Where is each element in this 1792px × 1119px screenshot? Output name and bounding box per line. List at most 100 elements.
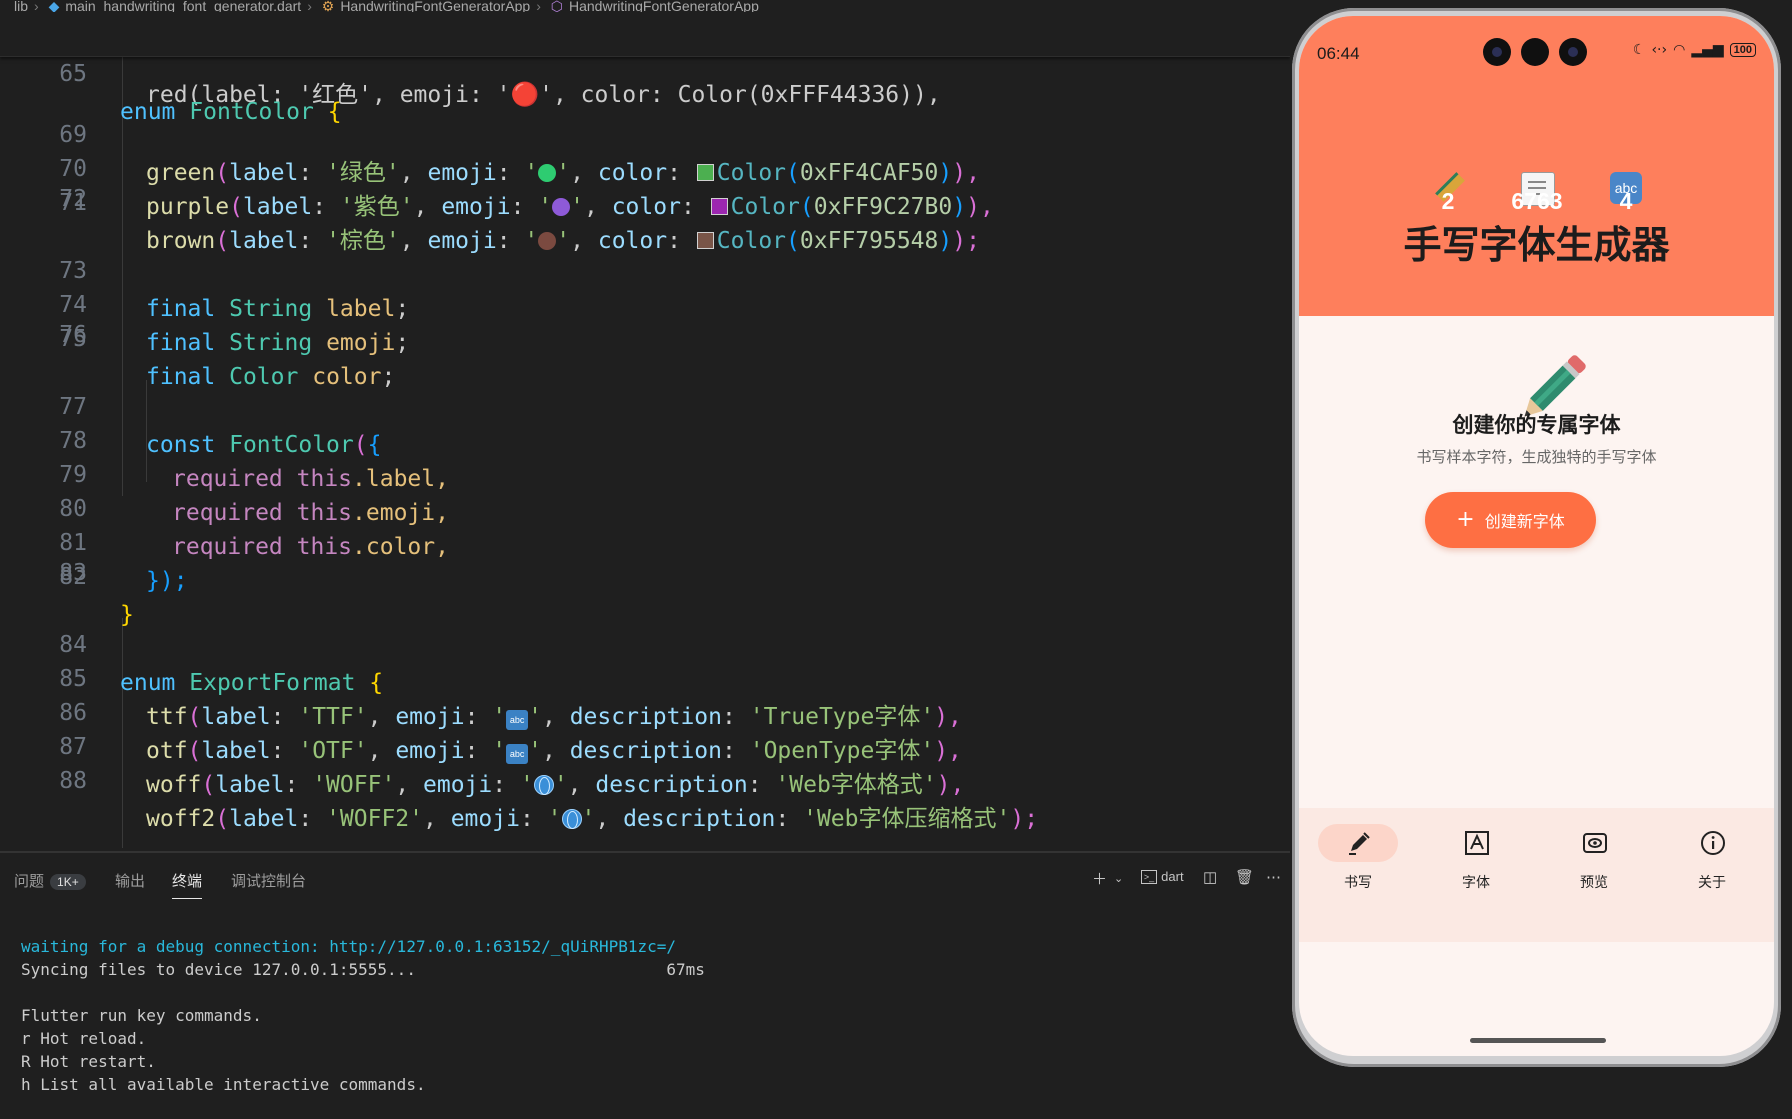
terminal-line: Flutter run key commands. <box>21 1006 262 1025</box>
globe-icon <box>561 809 582 829</box>
punctuation: ), <box>936 772 965 798</box>
code-line-sticky: 65 enum FontColor { <box>0 18 1290 125</box>
globe-icon <box>533 775 554 795</box>
code-line-85: 85 ttf(label: 'TTF', emoji: ' abc ', descr… <box>0 622 1290 730</box>
battery-icon: 100 <box>1729 43 1756 57</box>
tab-terminal[interactable]: 终端 <box>172 870 203 899</box>
tab-output[interactable]: 输出 <box>115 870 145 891</box>
stat-value: 6763 <box>1511 188 1563 214</box>
app-title: 手写字体生成器 <box>1403 223 1670 267</box>
home-indicator[interactable] <box>1470 1038 1606 1043</box>
code-line-88: 88 woff2(label: 'WOFF2', emoji: ' ', desc… <box>0 724 1290 832</box>
line-number: 65 <box>59 61 87 87</box>
string-literal: 'Web字体压缩格式' <box>803 806 1011 832</box>
enum-value: woff2 <box>146 806 216 832</box>
punctuation: ); <box>1010 806 1039 832</box>
dart-file-icon: ◆ <box>48 0 60 12</box>
status-time: 06:44 <box>1317 44 1360 63</box>
sync-icon: ‹·› <box>1651 42 1668 58</box>
create-font-button[interactable]: + 创建新字体 <box>1425 492 1596 548</box>
split-terminal-icon[interactable]: ◫ <box>1203 868 1217 886</box>
code-line-83: 83 <box>0 554 1290 592</box>
code-line-71: 71 brown(label: '棕色', emoji: ' ', color: … <box>0 146 1290 254</box>
code-line-74: 74 final String emoji; <box>0 248 1290 356</box>
terminal-profile-label: dart <box>1161 869 1184 884</box>
param-key: label <box>229 806 299 832</box>
line-number: 83 <box>59 560 87 586</box>
moon-icon: ☾ <box>1632 42 1646 58</box>
terminal-output[interactable]: waiting for a debug connection: http://1… <box>21 912 705 1119</box>
stat-value: 4 <box>1619 188 1633 214</box>
new-terminal-icon[interactable]: ＋ <box>1092 868 1107 889</box>
panel-divider[interactable] <box>0 851 1290 853</box>
nav-item-preview[interactable]: 预览 <box>1535 808 1653 908</box>
code-line-76: 76 <box>0 316 1290 354</box>
terminal-line: h List all available interactive command… <box>21 1075 426 1094</box>
line-number: 76 <box>59 322 87 348</box>
breadcrumb-item-file[interactable]: main_handwriting_font_generator.dart <box>65 0 301 12</box>
write-icon <box>1349 832 1370 855</box>
code-line-81: 81 }); <box>0 486 1290 594</box>
plus-icon: + <box>1456 507 1475 532</box>
status-icons: ☾ ‹·› ◠ ▂▄▆ 100 <box>1633 42 1756 58</box>
terminal-line: R Hot restart. <box>21 1052 156 1071</box>
problems-count-badge: 1K+ <box>50 874 86 890</box>
nav-item-font[interactable]: 字体 <box>1417 808 1535 908</box>
wifi-icon: ◠ <box>1673 42 1686 58</box>
more-icon[interactable]: ⋯ <box>1266 868 1281 886</box>
enum-value: woff <box>146 772 202 798</box>
chevron-right-icon: › <box>34 0 39 12</box>
sticky-scroll-header[interactable]: 65 enum FontColor { <box>0 18 1290 125</box>
terminal-icon: >_ <box>1141 870 1157 884</box>
line-number: 72 <box>59 186 87 212</box>
brace: { <box>327 99 342 125</box>
chevron-right-icon: › <box>307 0 312 12</box>
app-header: 06:44 ☾ ‹·› ◠ ▂▄▆ 100 abc 2 6763 4 手写字体生… <box>1299 16 1774 316</box>
code-editor[interactable]: red(label: '红色', emoji: '🔴', color: Colo… <box>0 18 1290 848</box>
code-line-86: 86 otf(label: 'OTF', emoji: ' abc ', descr… <box>0 656 1290 764</box>
terminal-line: Syncing files to device 127.0.0.1:5555..… <box>21 960 705 979</box>
breadcrumb-item-method[interactable]: HandwritingFontGeneratorApp <box>569 0 759 12</box>
nav-label: 字体 <box>1462 875 1490 891</box>
empty-state-subtitle: 书写样本字符，生成独特的手写字体 <box>1416 448 1657 466</box>
stat-value: 2 <box>1441 188 1455 214</box>
nav-item-write[interactable]: 书写 <box>1299 808 1417 908</box>
breadcrumb[interactable]: lib › ◆ main_handwriting_font_generator.da… <box>0 0 1290 12</box>
keyword: enum <box>120 99 176 125</box>
terminal-profile[interactable]: >_ dart <box>1141 868 1184 885</box>
code-line-84: 84 enum ExportFormat { <box>0 588 1290 696</box>
camera-icon <box>1521 38 1549 66</box>
method-icon: ⬡ <box>550 0 563 12</box>
breadcrumb-item-lib[interactable]: lib <box>14 0 28 12</box>
string-literal: 'WOFF2' <box>326 806 423 832</box>
nav-item-about[interactable]: 关于 <box>1653 808 1771 908</box>
create-font-label: 创建新字体 <box>1484 512 1565 531</box>
class-icon: ⚙ <box>321 0 335 12</box>
font-icon <box>1465 831 1489 855</box>
string-literal: 'WOFF' <box>312 772 396 798</box>
trash-icon[interactable]: 🗑 <box>1235 868 1254 886</box>
preview-icon <box>1583 833 1607 853</box>
code-line-80: 80 required this.color, <box>0 452 1290 560</box>
empty-state-heading: 创建你的专属字体 <box>1452 413 1621 437</box>
string-literal: 'Web字体格式' <box>775 772 937 798</box>
terminal-line: r Hot reload. <box>21 1029 147 1048</box>
tab-problems[interactable]: 问题 1K+ <box>14 870 86 891</box>
nav-label: 关于 <box>1698 875 1726 891</box>
bottom-navigation: 书写 字体 预览 关于 <box>1299 808 1774 942</box>
chevron-down-icon[interactable]: ⌄ <box>1114 872 1123 885</box>
terminal-line: waiting for a debug connection: http://1… <box>21 937 677 956</box>
info-icon <box>1701 831 1725 855</box>
code-line-82: 82 } <box>0 520 1290 628</box>
breadcrumb-item-class[interactable]: HandwritingFontGeneratorApp <box>340 0 530 12</box>
phone-screen[interactable]: 06:44 ☾ ‹·› ◠ ▂▄▆ 100 abc 2 6763 4 手写字体生… <box>1299 16 1774 1056</box>
signal-icon: ▂▄▆ <box>1691 42 1724 58</box>
line-number: 88 <box>59 768 87 794</box>
code-line-72: 72 <box>0 180 1290 218</box>
tab-debug-console[interactable]: 调试控制台 <box>231 870 306 891</box>
type-name: FontColor <box>189 99 314 125</box>
panel-tab-bar: 问题 1K+ 输出 终端 调试控制台 ＋ ⌄ >_ dart ◫ 🗑 ⋯ <box>0 862 1290 902</box>
code-line-77: 77 const FontColor({ <box>0 350 1290 458</box>
param-key: description <box>623 806 776 832</box>
param-key: label <box>215 772 285 798</box>
